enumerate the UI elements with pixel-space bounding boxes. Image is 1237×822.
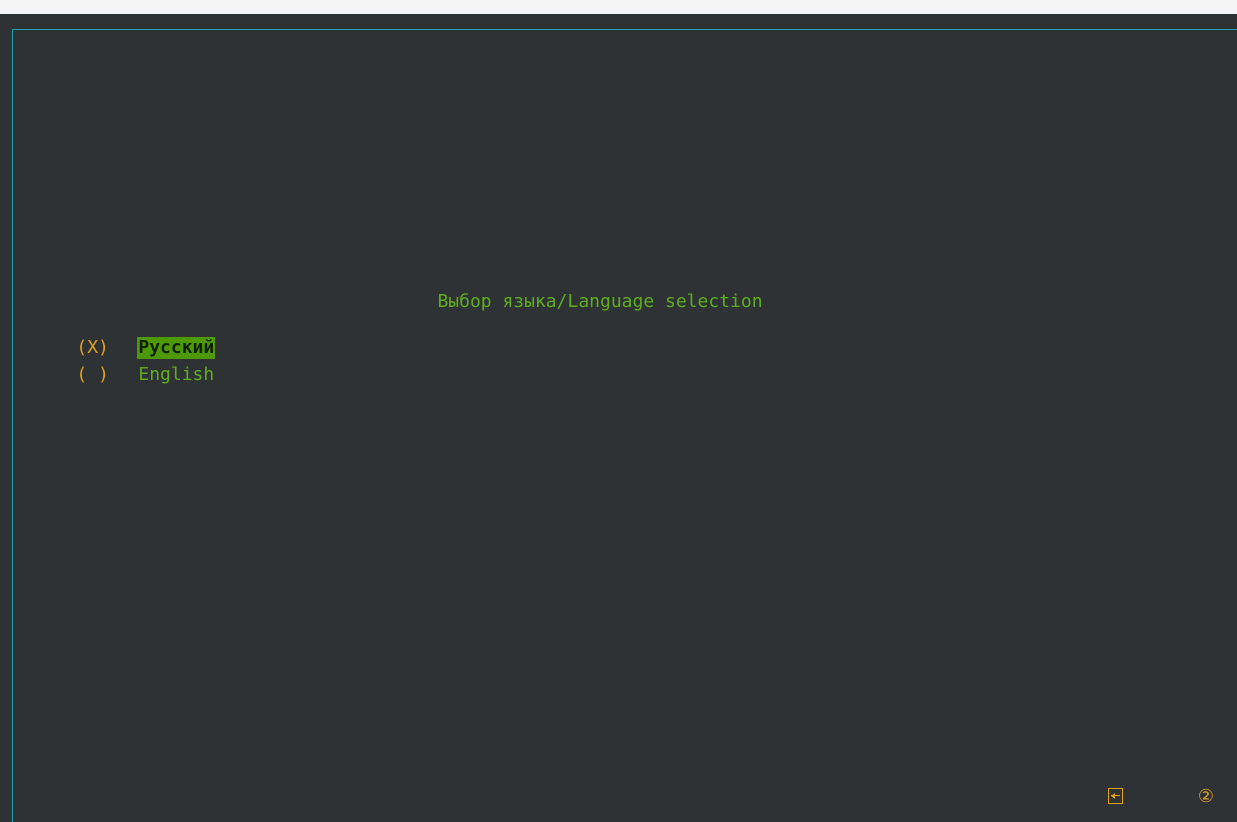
radio-indicator[interactable]: ( ) <box>76 364 137 386</box>
installer-screen: Выбор языка/Language selection (X) Русски… <box>0 14 1237 822</box>
language-option-english[interactable]: ( ) English <box>33 342 215 385</box>
option-label[interactable]: English <box>137 364 215 386</box>
exit-icon[interactable] <box>1105 786 1125 808</box>
exit-arrow-icon <box>1107 788 1123 804</box>
dialog-frame <box>12 29 1237 822</box>
dialog-title: Выбор языка/Language selection <box>437 291 763 312</box>
language-option-russian[interactable]: (X) Русский <box>33 315 216 359</box>
help-icon[interactable]: ② <box>1196 786 1216 808</box>
